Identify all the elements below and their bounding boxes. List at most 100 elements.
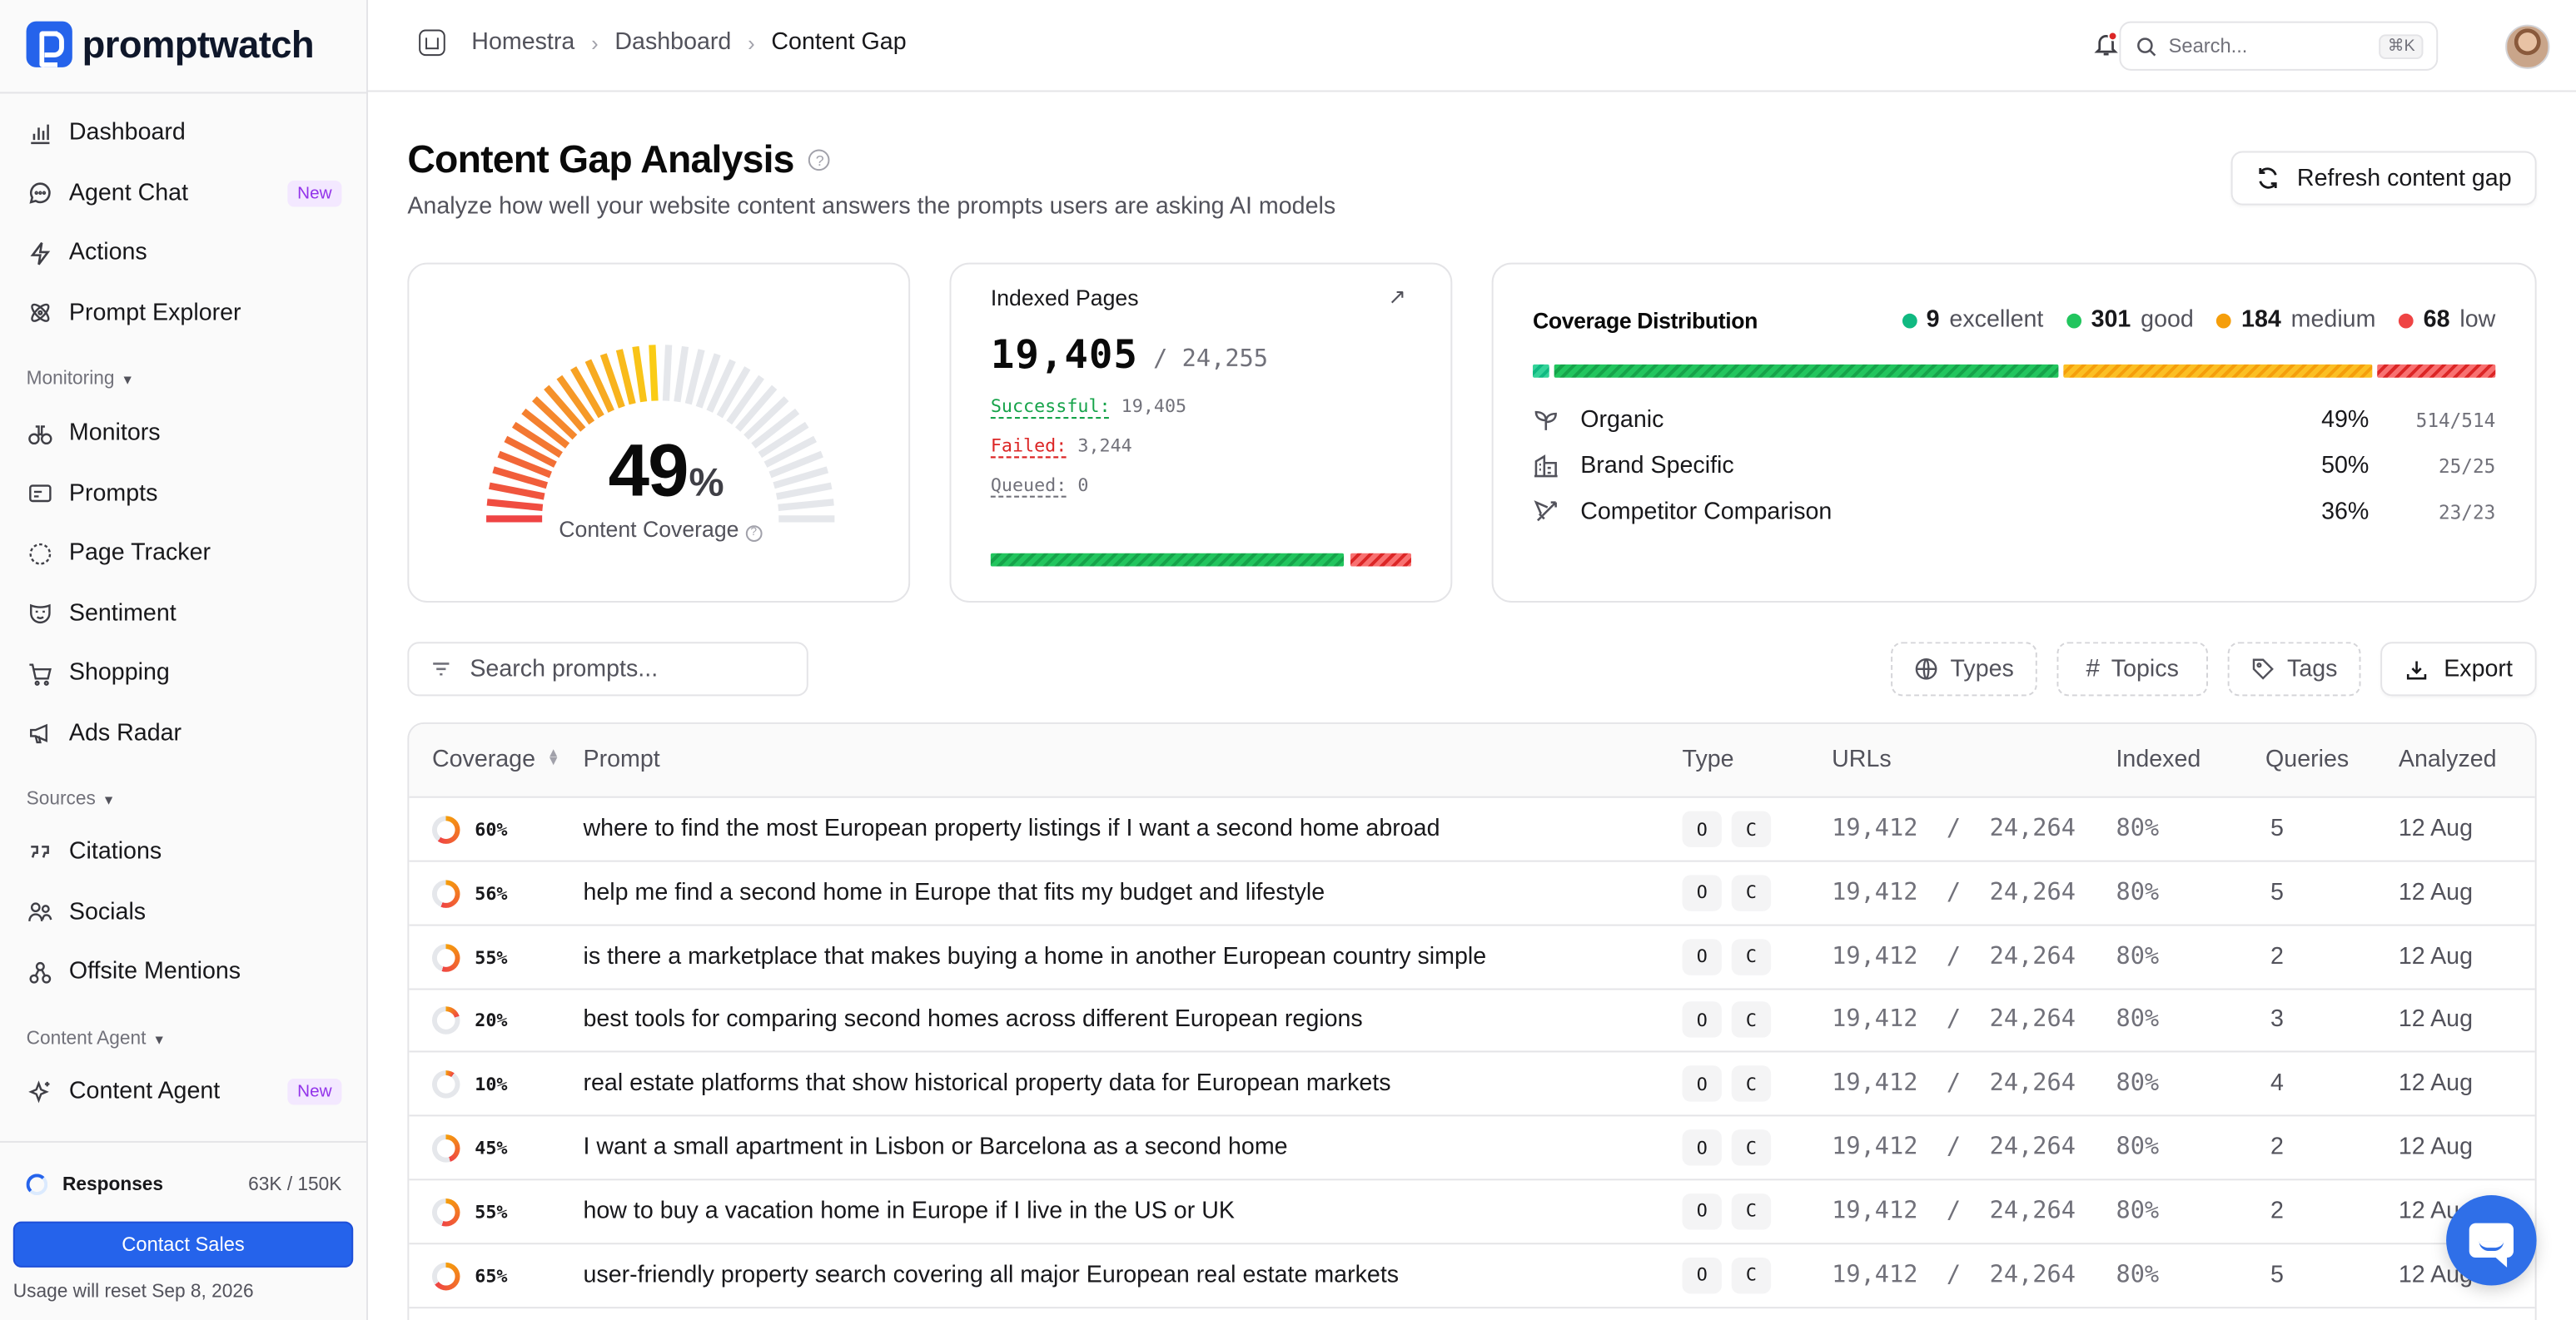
distribution-row-competitor-comparison[interactable]: Competitor Comparison 36% 23/23 (1533, 499, 2495, 525)
legend-count: 9 (1926, 306, 1940, 334)
queries-value: 5 (2270, 816, 2284, 842)
sidebar-item-label: Monitors (68, 419, 161, 447)
topics-filter-button[interactable]: # Topics (2056, 642, 2208, 697)
sidebar-item-dashboard[interactable]: Dashboard (13, 108, 355, 157)
user-avatar[interactable] (2505, 24, 2550, 69)
arrow-up-right-icon[interactable]: ↗ (1388, 284, 1406, 310)
sidebar-item-ads-radar[interactable]: Ads Radar (13, 708, 355, 757)
sidebar-item-monitors[interactable]: Monitors (13, 409, 355, 458)
column-header-type[interactable]: Type (1683, 747, 1734, 774)
coverage-distribution-title: Coverage Distribution (1532, 308, 1758, 334)
global-search-input[interactable]: Search... ⌘K (2119, 21, 2439, 71)
support-chat-button[interactable] (2446, 1195, 2537, 1286)
table-row[interactable]: 56% help me find a second home in Europe … (409, 861, 2535, 926)
sidebar-item-content-agent[interactable]: Content Agent New (13, 1067, 355, 1116)
table-row[interactable]: 55% is there a marketplace that makes buy… (409, 925, 2535, 990)
table-row[interactable]: 20% best tools for comparing second homes… (409, 989, 2535, 1054)
column-header-urls[interactable]: URLs (1832, 747, 1892, 774)
refresh-content-gap-button[interactable]: Refresh content gap (2230, 151, 2537, 206)
content-agent-section-toggle[interactable]: Content Agent ▼ (13, 1023, 166, 1055)
prompt-text[interactable]: how to buy a vacation home in Europe if … (583, 1198, 1234, 1225)
section-label: Sources (26, 789, 96, 810)
contact-sales-button[interactable]: Contact Sales (12, 1221, 354, 1268)
indexed-value: 80% (2116, 1134, 2160, 1161)
legend-dot (2066, 312, 2081, 328)
notification-dot (2107, 31, 2118, 42)
sidebar-item-offsite-mentions[interactable]: Offsite Mentions (13, 947, 355, 996)
table-row[interactable]: 60% where to find the most European prope… (409, 798, 2535, 862)
sidebar-item-agent-chat[interactable]: Agent Chat New (13, 168, 355, 217)
section-label: Content Agent (26, 1029, 147, 1050)
coverage-ring-icon (431, 1006, 460, 1035)
breadcrumb-project[interactable]: Homestra (471, 30, 574, 57)
sidebar-item-label: Prompts (68, 479, 158, 507)
indexed-value: 80% (2116, 1198, 2160, 1225)
sidebar-item-shopping[interactable]: Shopping (13, 648, 355, 697)
monitoring-section-toggle[interactable]: Monitoring ▼ (13, 363, 134, 395)
prompt-text[interactable]: is there a marketplace that makes buying… (583, 943, 1486, 970)
urls-value: 19,412 / 24,264 (1832, 943, 2076, 970)
types-filter-button[interactable]: Types (1891, 642, 2037, 697)
sidebar-item-actions[interactable]: Actions (13, 228, 355, 277)
queries-value: 5 (2270, 1262, 2284, 1288)
caret-down-icon: ▼ (121, 371, 135, 387)
prompt-text[interactable]: real estate platforms that show historic… (583, 1071, 1390, 1098)
type-chip-o: O (1682, 811, 1722, 847)
prompt-text[interactable]: user-friendly property search covering a… (583, 1262, 1399, 1288)
distribution-row-ratio: 25/25 (2438, 454, 2496, 479)
search-placeholder: Search... (2168, 34, 2248, 58)
page-tracker-icon (28, 541, 53, 566)
sidebar-item-socials[interactable]: Socials (13, 887, 355, 936)
building-icon (1533, 453, 1559, 479)
export-button[interactable]: Export (2380, 642, 2537, 697)
prompts-icon (28, 481, 53, 506)
prompt-text[interactable]: best tools for comparing second homes ac… (583, 1007, 1362, 1034)
search-prompts-input[interactable]: Search prompts... (407, 642, 808, 697)
distribution-row-brand-specific[interactable]: Brand Specific 50% 25/25 (1533, 453, 2495, 479)
brand-logo[interactable]: promptwatch (26, 21, 315, 67)
sources-section-toggle[interactable]: Sources ▼ (13, 783, 116, 816)
legend-count: 68 (2423, 306, 2450, 334)
indexed-count: 19,405 (990, 331, 1138, 378)
sidebar-item-prompts[interactable]: Prompts (13, 469, 355, 518)
sidebar-item-citations[interactable]: Citations (13, 827, 355, 876)
page-title: Content Gap Analysis ? (407, 138, 831, 182)
table-row[interactable]: 45% I want a small apartment in Lisbon or… (409, 1116, 2535, 1181)
column-header-prompt[interactable]: Prompt (583, 747, 659, 774)
tags-filter-button[interactable]: Tags (2227, 642, 2361, 697)
table-row[interactable]: 10% real estate platforms that show histo… (409, 1053, 2535, 1117)
legend-medium: 184 medium (2216, 307, 2375, 333)
prompt-text[interactable]: I want a small apartment in Lisbon or Ba… (583, 1134, 1287, 1161)
search-icon (2137, 37, 2156, 56)
coverage-value: 65% (475, 1265, 508, 1287)
sidebar-item-sentiment[interactable]: Sentiment (13, 588, 355, 638)
sidebar-item-prompt-explorer[interactable]: Prompt Explorer (13, 288, 355, 337)
table-row[interactable]: 65% user-friendly property search coverin… (409, 1243, 2535, 1308)
sidebar-item-label: Actions (68, 239, 147, 266)
sidebar-item-page-tracker[interactable]: Page Tracker (13, 528, 355, 578)
help-circle-icon[interactable]: ? (808, 149, 831, 171)
type-chip-c: C (1731, 874, 1772, 911)
coverage-value: 49 (608, 428, 689, 513)
medium-segment (2063, 364, 2373, 378)
prompt-text[interactable]: where to find the most European property… (583, 816, 1440, 842)
indexed-value: 80% (2116, 816, 2160, 842)
usage-reset-note: Usage will reset Sep 8, 2026 (12, 1282, 254, 1303)
prompt-text[interactable]: help me find a second home in Europe tha… (583, 880, 1325, 906)
legend-count: 301 (2091, 306, 2131, 334)
table-row[interactable]: 55% how to buy a vacation home in Europe … (409, 1180, 2535, 1244)
successful-value: 19,405 (1121, 395, 1187, 418)
breadcrumb-dashboard[interactable]: Dashboard (614, 30, 731, 57)
chat-icon (28, 181, 53, 206)
low-segment (2377, 364, 2496, 378)
queries-value: 2 (2270, 943, 2284, 970)
column-header-analyzed[interactable]: Analyzed (2399, 747, 2497, 774)
help-circle-icon[interactable]: ? (745, 524, 763, 541)
column-header-coverage[interactable]: Coverage ▲ ▼ (432, 747, 560, 774)
coverage-cell: 65% (431, 1262, 508, 1290)
distribution-row-organic[interactable]: Organic 49% 514/514 (1533, 407, 2495, 434)
column-header-queries[interactable]: Queries (2265, 747, 2349, 774)
export-label: Export (2444, 656, 2513, 682)
column-header-indexed[interactable]: Indexed (2116, 747, 2201, 774)
legend-dot (1902, 312, 1917, 328)
